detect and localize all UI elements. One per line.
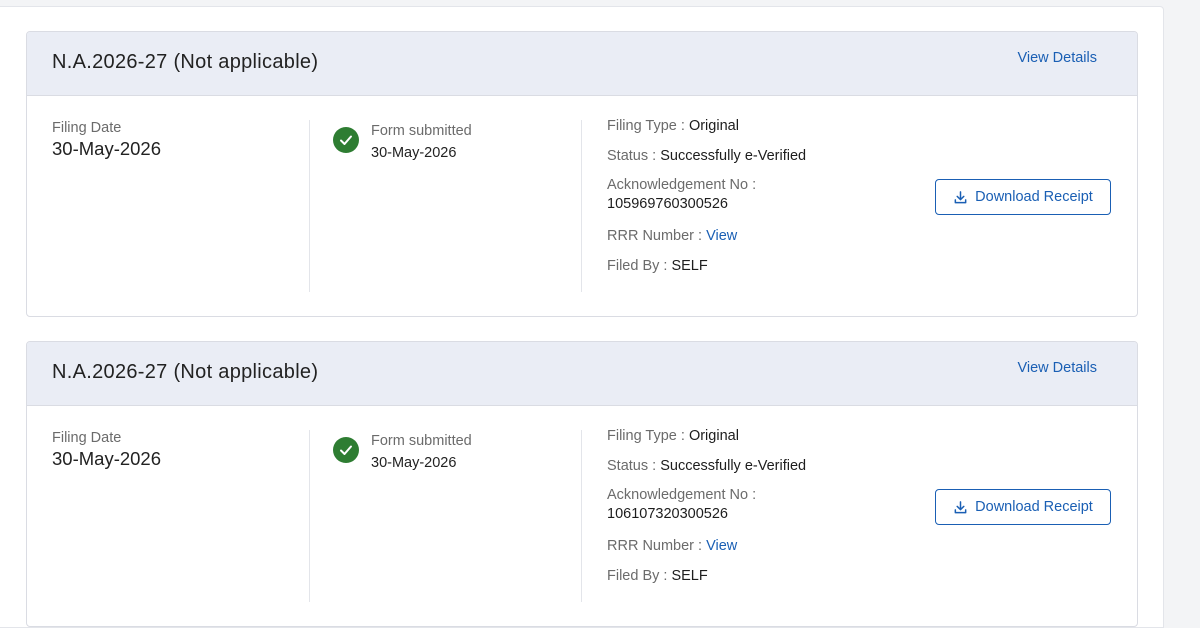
- rrr-label: RRR Number :: [607, 228, 703, 244]
- divider: [309, 430, 310, 602]
- filing-date-block: Filing Date 30-May-2026: [52, 120, 161, 160]
- filing-date-label: Filing Date: [52, 430, 122, 446]
- view-details-link[interactable]: View Details: [1017, 360, 1097, 376]
- view-details-link[interactable]: View Details: [1017, 50, 1097, 66]
- download-icon: [954, 190, 967, 203]
- download-receipt-button[interactable]: Download Receipt: [935, 179, 1111, 215]
- return-card: N.A.2026-27 (Not applicable) View Detail…: [26, 341, 1138, 627]
- status-row: Status : Successfully e-Verified: [607, 148, 806, 178]
- filed-by-value: SELF: [671, 257, 708, 274]
- rrr-row: RRR Number : View: [607, 228, 806, 258]
- filing-type-label: Filing Type :: [607, 428, 685, 444]
- acknowledgement-number: 106107320300526: [607, 506, 728, 522]
- card-header: N.A.2026-27 (Not applicable) View Detail…: [27, 32, 1137, 96]
- filing-date-value: 30-May-2026: [52, 448, 162, 469]
- rrr-row: RRR Number : View: [607, 538, 806, 568]
- step-date: 30-May-2026: [371, 145, 457, 161]
- filing-date-block: Filing Date 30-May-2026: [52, 430, 161, 470]
- status-label: Status :: [607, 147, 657, 164]
- download-receipt-label: Download Receipt: [975, 189, 1093, 205]
- return-details: Filing Type : Original Status : Successf…: [607, 428, 806, 597]
- filing-date-label: Filing Date: [52, 120, 122, 136]
- status-value: Successfully e-Verified: [660, 457, 807, 474]
- rrr-label: RRR Number :: [607, 538, 703, 554]
- filed-by-row: Filed By : SELF: [607, 568, 806, 598]
- filed-returns-panel: N.A.2026-27 (Not applicable) View Detail…: [0, 6, 1164, 628]
- check-circle-icon: [333, 437, 359, 463]
- rrr-view-link[interactable]: View: [706, 538, 737, 554]
- status-step-block: Form submitted 30-May-2026: [371, 433, 472, 471]
- step-date: 30-May-2026: [371, 455, 457, 471]
- filed-by-label: Filed By :: [607, 257, 668, 274]
- filing-date-value: 30-May-2026: [52, 138, 162, 159]
- acknowledgement-label: Acknowledgement No :: [607, 487, 757, 503]
- rrr-view-link[interactable]: View: [706, 228, 737, 244]
- divider: [581, 430, 582, 602]
- acknowledgement-row: Acknowledgement No : 106107320300526: [607, 487, 806, 538]
- status-value: Successfully e-Verified: [660, 147, 807, 164]
- download-icon: [954, 500, 967, 513]
- filing-type-row: Filing Type : Original: [607, 118, 806, 148]
- status-row: Status : Successfully e-Verified: [607, 458, 806, 488]
- return-card: N.A.2026-27 (Not applicable) View Detail…: [26, 31, 1138, 317]
- divider: [581, 120, 582, 292]
- step-label: Form submitted: [371, 433, 472, 449]
- step-label: Form submitted: [371, 123, 472, 139]
- status-step-block: Form submitted 30-May-2026: [371, 123, 472, 161]
- filed-by-value: SELF: [671, 567, 708, 584]
- assessment-year-title: N.A.2026-27 (Not applicable): [52, 51, 319, 73]
- divider: [309, 120, 310, 292]
- filing-type-label: Filing Type :: [607, 118, 685, 134]
- acknowledgement-number: 105969760300526: [607, 196, 728, 212]
- return-details: Filing Type : Original Status : Successf…: [607, 118, 806, 287]
- status-label: Status :: [607, 457, 657, 474]
- filed-by-row: Filed By : SELF: [607, 258, 806, 288]
- assessment-year-title: N.A.2026-27 (Not applicable): [52, 361, 319, 383]
- filing-type-value: Original: [688, 428, 739, 444]
- card-header: N.A.2026-27 (Not applicable) View Detail…: [27, 342, 1137, 406]
- download-receipt-button[interactable]: Download Receipt: [935, 489, 1111, 525]
- acknowledgement-row: Acknowledgement No : 105969760300526: [607, 177, 806, 228]
- check-circle-icon: [333, 127, 359, 153]
- filing-type-value: Original: [688, 118, 739, 134]
- acknowledgement-label: Acknowledgement No :: [607, 177, 757, 193]
- filed-by-label: Filed By :: [607, 567, 668, 584]
- filing-type-row: Filing Type : Original: [607, 428, 806, 458]
- download-receipt-label: Download Receipt: [975, 499, 1093, 515]
